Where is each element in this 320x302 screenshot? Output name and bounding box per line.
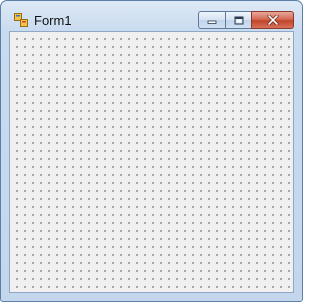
close-icon (267, 15, 279, 25)
minimize-button[interactable] (198, 11, 225, 29)
window-title: Form1 (34, 13, 72, 28)
form-app-icon[interactable] (14, 13, 28, 27)
maximize-icon (234, 16, 244, 25)
caption-buttons (198, 11, 294, 29)
form-window: Form1 (0, 0, 303, 302)
maximize-button[interactable] (225, 11, 251, 29)
close-button[interactable] (251, 11, 294, 29)
title-bar[interactable]: Form1 (1, 1, 302, 31)
minimize-icon (207, 16, 217, 24)
form-designer-surface[interactable] (9, 31, 294, 293)
